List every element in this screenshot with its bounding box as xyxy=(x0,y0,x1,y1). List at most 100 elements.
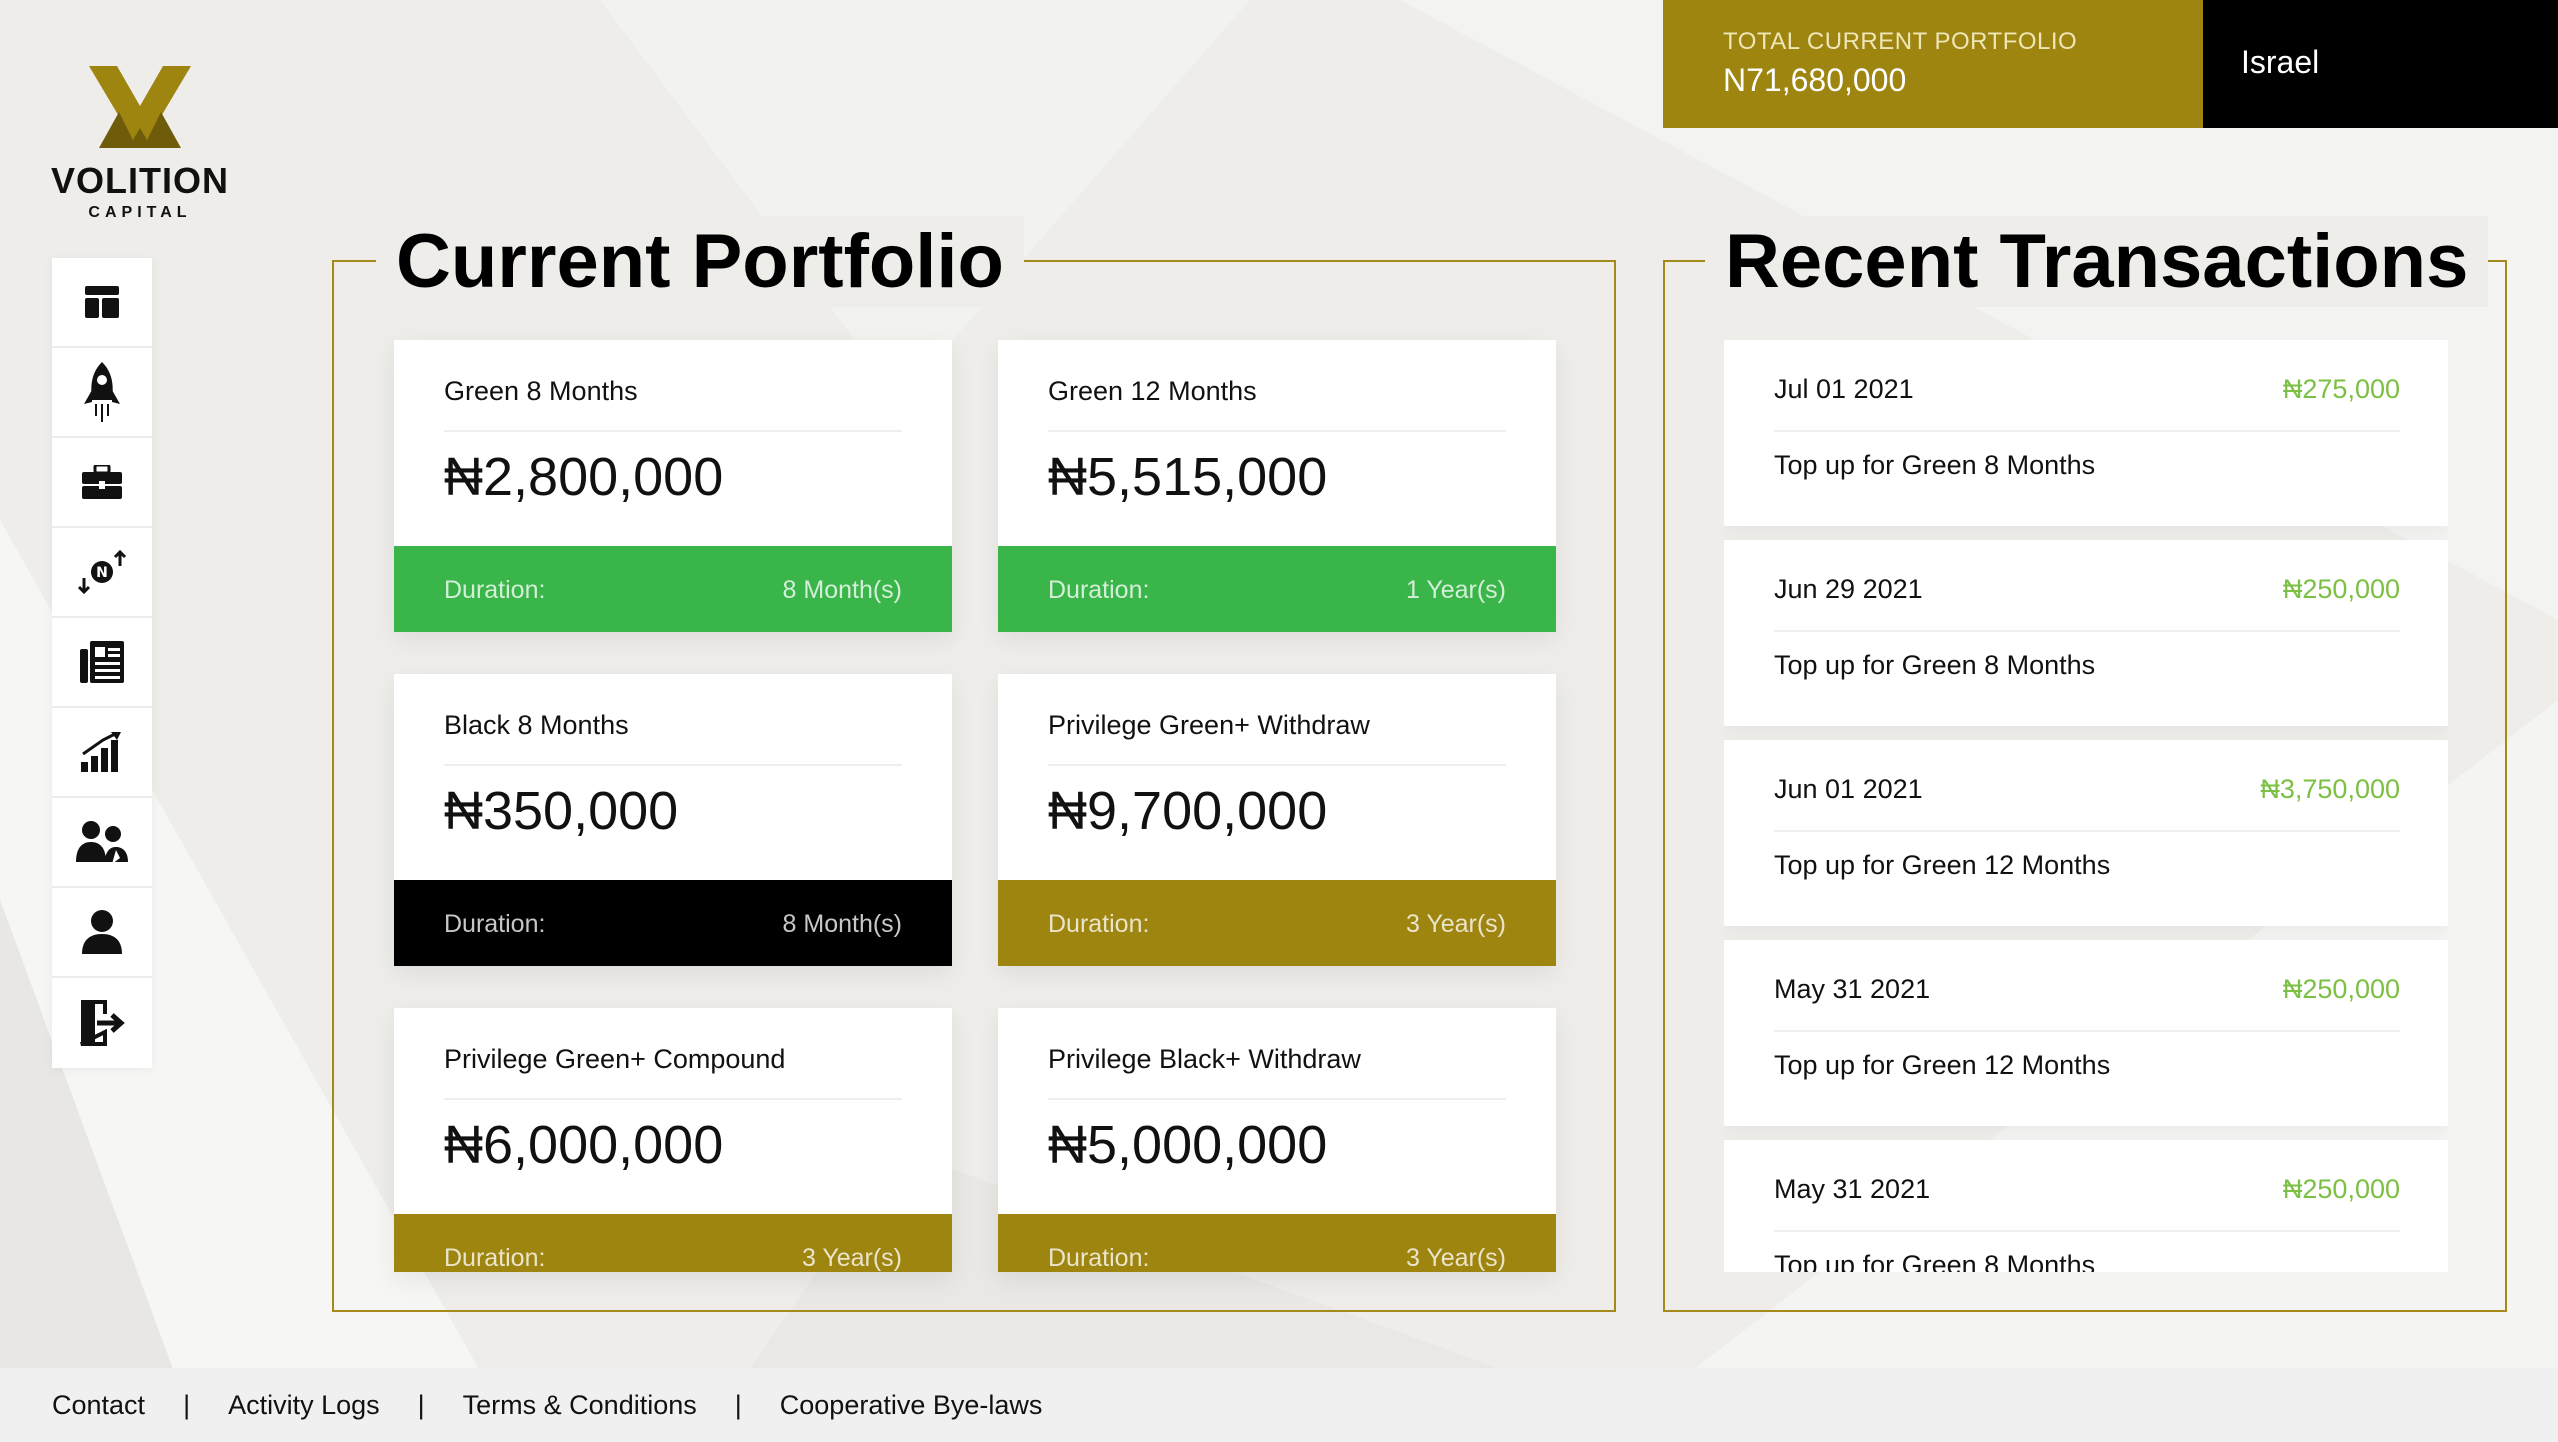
transaction-date: Jun 29 2021 xyxy=(1774,574,1923,604)
footer-link-bye-laws[interactable]: Cooperative Bye-laws xyxy=(780,1390,1043,1421)
card-duration-band: Duration: 3 Year(s) xyxy=(394,1214,952,1272)
transaction-divider xyxy=(1774,1230,2400,1232)
card-plan-name: Green 12 Months xyxy=(1048,376,1257,406)
transaction-description: Top up for Green 12 Months xyxy=(1774,1050,2111,1080)
rocket-icon xyxy=(84,362,120,422)
transaction-amount: ₦275,000 xyxy=(2282,374,2400,404)
footer-separator: | xyxy=(183,1389,191,1420)
portfolio-card[interactable]: Privilege Black+ Withdraw ₦5,000,000 Dur… xyxy=(998,1008,1556,1272)
card-amount: ₦350,000 xyxy=(444,781,679,841)
transaction-date: Jun 01 2021 xyxy=(1774,774,1923,804)
duration-label: Duration: xyxy=(444,909,546,938)
total-portfolio-panel: TOTAL CURRENT PORTFOLIO N71,680,000 xyxy=(1663,0,2203,128)
card-duration-band: Duration: 8 Month(s) xyxy=(394,546,952,632)
dashboard-icon xyxy=(85,286,119,318)
user-name: Israel xyxy=(2241,44,2320,80)
transaction-amount: ₦250,000 xyxy=(2282,974,2400,1004)
brand-logo[interactable]: VOLITION CAPITAL xyxy=(50,66,230,222)
transaction-description: Top up for Green 8 Months xyxy=(1774,1250,2096,1272)
duration-label: Duration: xyxy=(444,1243,546,1272)
sidebar-item-growth[interactable] xyxy=(52,708,152,798)
transaction-description: Top up for Green 8 Months xyxy=(1774,450,2096,480)
briefcase-icon xyxy=(82,465,122,499)
sidebar-item-dashboard[interactable] xyxy=(52,258,152,348)
card-divider xyxy=(1048,1098,1506,1100)
transaction-item[interactable]: Jun 01 2021 ₦3,750,000 Top up for Green … xyxy=(1724,740,2448,926)
portfolio-card[interactable]: Black 8 Months ₦350,000 Duration: 8 Mont… xyxy=(394,674,952,966)
naira-exchange-icon: N xyxy=(77,549,127,595)
card-amount: ₦5,515,000 xyxy=(1048,447,1328,507)
card-duration-band: Duration: 3 Year(s) xyxy=(998,1214,1556,1272)
sidebar-item-cooperative[interactable] xyxy=(52,798,152,888)
total-portfolio-value: N71,680,000 xyxy=(1723,62,1907,98)
card-amount: ₦9,700,000 xyxy=(1048,781,1328,841)
transaction-amount: ₦3,750,000 xyxy=(2260,774,2400,804)
footer-link-contact[interactable]: Contact xyxy=(52,1390,145,1421)
footer-link-activity-logs[interactable]: Activity Logs xyxy=(228,1390,380,1421)
sidebar-item-news[interactable] xyxy=(52,618,152,708)
transaction-item[interactable]: Jul 01 2021 ₦275,000 Top up for Green 8 … xyxy=(1724,340,2448,526)
card-divider xyxy=(1048,764,1506,766)
transactions-list[interactable]: Jul 01 2021 ₦275,000 Top up for Green 8 … xyxy=(1724,340,2448,1272)
card-plan-name: Green 8 Months xyxy=(444,376,638,406)
newspaper-icon xyxy=(80,641,124,683)
card-amount: ₦2,800,000 xyxy=(444,447,724,507)
transaction-date: May 31 2021 xyxy=(1774,974,1931,1004)
transaction-divider xyxy=(1774,830,2400,832)
brand-subtitle: CAPITAL xyxy=(88,204,192,221)
card-divider xyxy=(444,764,902,766)
duration-value: 3 Year(s) xyxy=(1405,1243,1506,1272)
footer-separator: | xyxy=(734,1389,742,1420)
user-icon xyxy=(82,910,122,954)
sidebar-item-logout[interactable] xyxy=(52,978,152,1068)
card-plan-name: Black 8 Months xyxy=(444,710,629,740)
sidebar-nav: N xyxy=(52,258,152,1068)
card-amount: ₦6,000,000 xyxy=(444,1115,724,1175)
card-divider xyxy=(444,1098,902,1100)
portfolio-card[interactable]: Privilege Green+ Compound ₦6,000,000 Dur… xyxy=(394,1008,952,1272)
card-amount: ₦5,000,000 xyxy=(1048,1115,1328,1175)
user-menu[interactable]: Israel xyxy=(2203,0,2558,128)
duration-label: Duration: xyxy=(1048,909,1150,938)
card-divider xyxy=(444,430,902,432)
transaction-item[interactable]: May 31 2021 ₦250,000 Top up for Green 12… xyxy=(1724,940,2448,1126)
portfolio-card[interactable]: Green 8 Months ₦2,800,000 Duration: 8 Mo… xyxy=(394,340,952,632)
card-plan-name: Privilege Green+ Compound xyxy=(444,1044,786,1074)
card-divider xyxy=(1048,430,1506,432)
sidebar-item-portfolio[interactable] xyxy=(52,438,152,528)
duration-label: Duration: xyxy=(1048,1243,1150,1272)
transactions-title: Recent Transactions xyxy=(1705,216,2489,308)
card-duration-band: Duration: 3 Year(s) xyxy=(998,880,1556,966)
duration-label: Duration: xyxy=(444,575,546,604)
card-duration-band: Duration: 1 Year(s) xyxy=(998,546,1556,632)
volition-logo-icon xyxy=(89,66,191,148)
transaction-date: May 31 2021 xyxy=(1774,1174,1931,1204)
transaction-item[interactable]: Jun 29 2021 ₦250,000 Top up for Green 8 … xyxy=(1724,540,2448,726)
transaction-divider xyxy=(1774,630,2400,632)
svg-text:N: N xyxy=(96,565,108,581)
logout-icon xyxy=(80,1000,125,1046)
portfolio-card[interactable]: Green 12 Months ₦5,515,000 Duration: 1 Y… xyxy=(998,340,1556,632)
sidebar-item-transactions[interactable]: N xyxy=(52,528,152,618)
duration-label: Duration: xyxy=(1048,575,1150,604)
transaction-divider xyxy=(1774,430,2400,432)
duration-value: 3 Year(s) xyxy=(801,1243,902,1272)
sidebar-item-profile[interactable] xyxy=(52,888,152,978)
portfolio-card[interactable]: Privilege Green+ Withdraw ₦9,700,000 Dur… xyxy=(998,674,1556,966)
footer-link-terms[interactable]: Terms & Conditions xyxy=(463,1390,697,1421)
transaction-amount: ₦250,000 xyxy=(2282,574,2400,604)
footer: Contact | Activity Logs | Terms & Condit… xyxy=(0,1368,2558,1442)
card-plan-name: Privilege Black+ Withdraw xyxy=(1048,1044,1361,1074)
transaction-divider xyxy=(1774,1030,2400,1032)
transaction-description: Top up for Green 12 Months xyxy=(1774,850,2111,880)
sidebar-item-investments[interactable] xyxy=(52,348,152,438)
transaction-date: Jul 01 2021 xyxy=(1774,374,1914,404)
brand-name: VOLITION xyxy=(51,160,229,201)
total-portfolio-label: TOTAL CURRENT PORTFOLIO xyxy=(1723,28,2078,55)
duration-value: 3 Year(s) xyxy=(1405,909,1506,938)
growth-chart-icon xyxy=(81,732,121,772)
transaction-item[interactable]: May 31 2021 ₦250,000 Top up for Green 8 … xyxy=(1724,1140,2448,1272)
duration-value: 8 Month(s) xyxy=(782,575,902,604)
portfolio-title: Current Portfolio xyxy=(376,216,1024,308)
footer-separator: | xyxy=(417,1389,425,1420)
